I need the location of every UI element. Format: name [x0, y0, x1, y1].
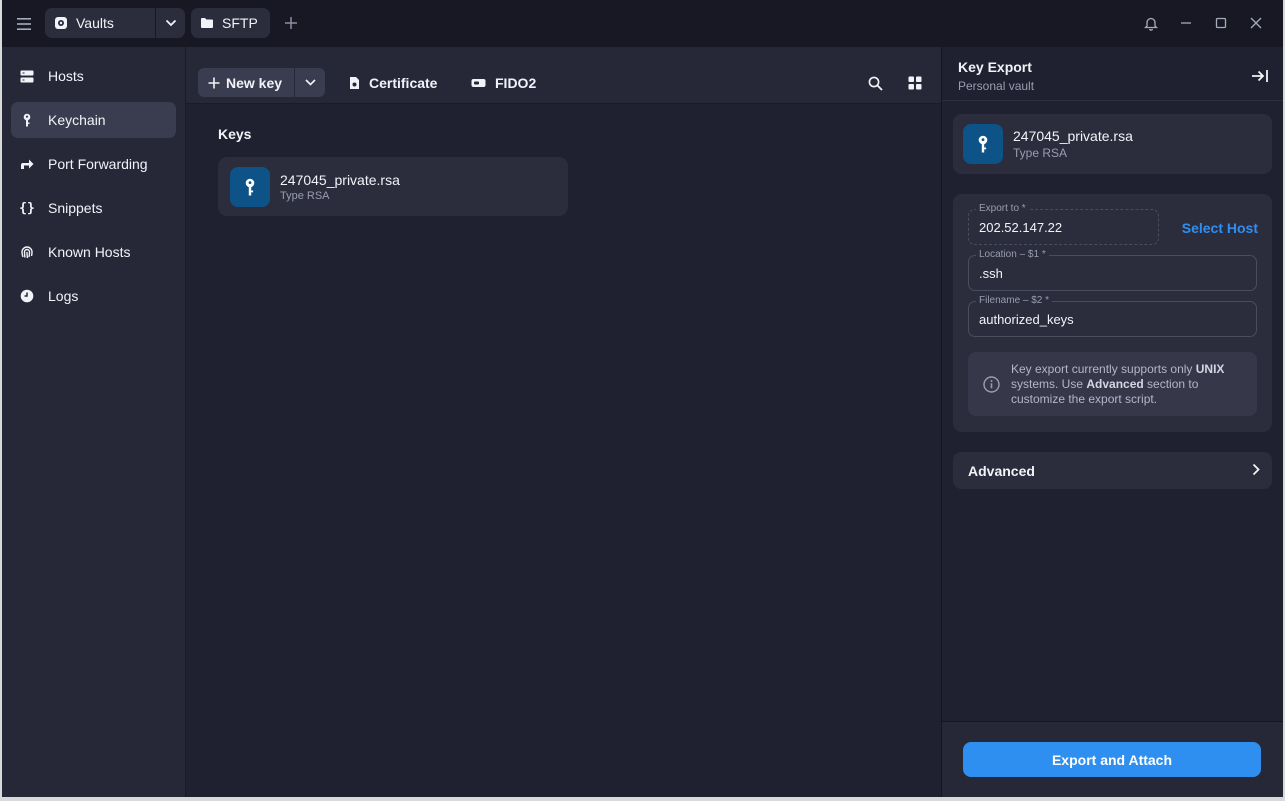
key-icon — [245, 178, 255, 195]
advanced-section-toggle[interactable]: Advanced — [953, 452, 1272, 489]
key-info: 247045_private.rsa Type RSA — [1013, 128, 1133, 160]
grid-view-button[interactable] — [904, 72, 926, 94]
sidebar-item-label: Hosts — [48, 68, 84, 84]
main-content: New key Certificate FIDO2 Keys 247045_pr… — [186, 47, 941, 797]
filename-field[interactable]: Filename – $2 * authorized_keys — [968, 295, 1257, 337]
hamburger-menu-button[interactable] — [2, 0, 46, 47]
collapse-panel-button[interactable] — [1249, 65, 1271, 87]
sidebar: Hosts Keychain Port Forwarding {} Snippe… — [2, 47, 186, 797]
key-icon — [20, 113, 34, 127]
menu-icon — [17, 17, 31, 30]
sftp-tab-label: SFTP — [222, 15, 258, 31]
sidebar-item-label: Port Forwarding — [48, 156, 148, 172]
key-name: 247045_private.rsa — [1013, 128, 1133, 144]
export-to-field[interactable]: Export to * 202.52.147.22 — [968, 203, 1159, 245]
tab-sftp[interactable]: SFTP — [191, 8, 270, 38]
vaults-tab-label: Vaults — [76, 15, 114, 31]
select-host-button[interactable]: Select Host — [1182, 220, 1258, 236]
sidebar-item-label: Known Hosts — [48, 244, 131, 260]
maximize-icon — [1215, 17, 1227, 29]
title-bar: Vaults SFTP — [2, 0, 1283, 47]
key-info: 247045_private.rsa Type RSA — [280, 172, 400, 202]
info-icon — [983, 376, 1000, 393]
key-export-panel: Key Export Personal vault 247045_private… — [941, 47, 1283, 797]
plus-icon — [285, 17, 297, 29]
new-tab-button[interactable] — [280, 12, 302, 34]
advanced-label: Advanced — [968, 462, 1035, 479]
new-key-dropdown-button[interactable] — [295, 68, 325, 97]
search-button[interactable] — [864, 72, 886, 94]
location-label: Location – $1 * — [976, 249, 1049, 260]
export-and-attach-button[interactable]: Export and Attach — [963, 742, 1261, 777]
location-value: .ssh — [979, 266, 1003, 281]
new-key-label: New key — [226, 74, 283, 91]
grid-view-icon — [908, 76, 922, 90]
bell-icon — [1144, 17, 1158, 31]
chevron-down-icon — [304, 79, 316, 86]
keychain-toolbar: New key Certificate FIDO2 — [186, 47, 941, 104]
sidebar-item-label: Keychain — [48, 112, 106, 128]
key-type: Type RSA — [1013, 146, 1068, 160]
new-key-button[interactable]: New key — [198, 68, 294, 97]
notifications-button[interactable] — [1140, 12, 1162, 34]
app-window: Vaults SFTP Hosts Keychain Port Forwardi… — [2, 0, 1283, 797]
fido2-label: FIDO2 — [495, 74, 537, 91]
close-icon — [1250, 17, 1262, 29]
sidebar-item-snippets[interactable]: {} Snippets — [11, 190, 176, 226]
tab-vaults[interactable]: Vaults — [45, 8, 185, 38]
minimize-button[interactable] — [1175, 12, 1197, 34]
certificate-button[interactable]: Certificate — [349, 68, 437, 97]
fingerprint-icon — [20, 245, 34, 259]
filename-value: authorized_keys — [979, 312, 1074, 327]
minimize-icon — [1181, 22, 1191, 24]
certificate-icon — [350, 76, 359, 89]
folder-icon — [201, 18, 213, 28]
key-name: 247045_private.rsa — [280, 171, 400, 188]
chevron-down-icon — [165, 19, 176, 27]
sidebar-item-keychain[interactable]: Keychain — [11, 102, 176, 138]
fido2-button[interactable]: FIDO2 — [471, 68, 536, 97]
vault-icon — [55, 17, 67, 29]
key-avatar — [230, 166, 270, 207]
close-window-button[interactable] — [1245, 12, 1267, 34]
certificate-label: Certificate — [369, 74, 438, 91]
sidebar-item-logs[interactable]: Logs — [11, 278, 176, 314]
keys-section-title: Keys — [218, 126, 252, 142]
sidebar-item-hosts[interactable]: Hosts — [11, 58, 176, 94]
chevron-right-icon — [1252, 463, 1260, 476]
security-key-icon — [471, 78, 486, 87]
export-to-label: Export to * — [976, 203, 1029, 214]
filename-label: Filename – $2 * — [976, 295, 1053, 306]
maximize-button[interactable] — [1210, 12, 1232, 34]
panel-title: Key Export — [958, 59, 1032, 75]
sidebar-item-port-forwarding[interactable]: Port Forwarding — [11, 146, 176, 182]
location-field[interactable]: Location – $1 * .ssh — [968, 249, 1257, 291]
export-to-value: 202.52.147.22 — [979, 220, 1063, 235]
selected-key-card: 247045_private.rsa Type RSA — [953, 114, 1272, 174]
export-form: Export to * 202.52.147.22 Select Host Lo… — [953, 194, 1272, 432]
collapse-right-icon — [1252, 70, 1268, 82]
clock-icon — [20, 289, 34, 303]
key-type: Type RSA — [280, 189, 330, 202]
key-icon — [978, 135, 988, 153]
key-card[interactable]: 247045_private.rsa Type RSA — [218, 157, 568, 216]
sidebar-item-known-hosts[interactable]: Known Hosts — [11, 234, 176, 270]
new-key-button-group: New key — [198, 68, 325, 97]
panel-footer: Export and Attach — [942, 721, 1283, 797]
sidebar-item-label: Logs — [48, 288, 79, 304]
panel-header: Key Export Personal vault — [942, 47, 1283, 101]
hosts-icon — [20, 69, 34, 83]
port-forwarding-icon — [20, 157, 34, 171]
vaults-dropdown-button[interactable] — [156, 8, 185, 38]
search-icon — [868, 76, 883, 91]
unix-notice: Key export currently supports only UNIX … — [968, 352, 1257, 416]
key-avatar — [963, 124, 1003, 164]
notice-text: Key export currently supports only UNIX … — [1011, 362, 1225, 406]
sidebar-item-label: Snippets — [48, 200, 103, 216]
snippets-icon: {} — [19, 200, 35, 216]
plus-icon — [208, 77, 220, 88]
vaults-tab-main[interactable]: Vaults — [45, 8, 155, 38]
panel-subtitle: Personal vault — [958, 79, 1035, 93]
